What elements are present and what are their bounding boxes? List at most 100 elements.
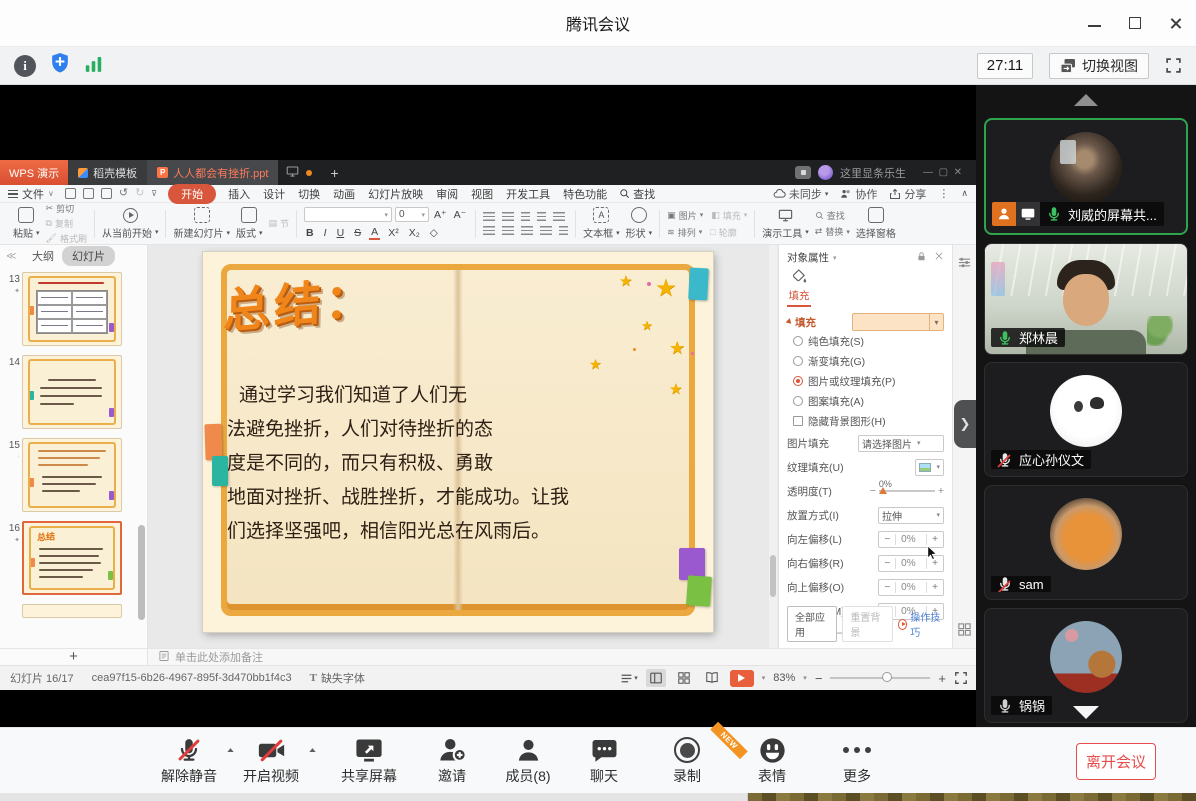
indent-decrease-icon[interactable] <box>521 212 530 221</box>
canvas-scrollbar[interactable] <box>769 245 777 648</box>
switch-view-button[interactable]: 切换视图 <box>1049 53 1149 79</box>
properties-strip-icon[interactable] <box>957 255 972 273</box>
tab-document[interactable]: P 人人都会有挫折.ppt <box>147 160 278 185</box>
font-increase-button[interactable]: A⁺ <box>432 209 449 221</box>
font-size-combo[interactable]: 0▾ <box>395 207 429 222</box>
menu-home[interactable]: 开始 <box>168 184 216 204</box>
copy-button[interactable]: ⧉ 复制 <box>46 217 87 230</box>
new-slide-button[interactable]: 新建幻灯片▾ <box>173 207 230 240</box>
collapse-ribbon-icon[interactable]: ∧ <box>961 188 968 199</box>
slide-thumbnail[interactable] <box>22 355 122 429</box>
justify-icon[interactable] <box>540 226 552 235</box>
font-decrease-button[interactable]: A⁻ <box>452 209 469 221</box>
paste-button[interactable]: 粘贴▾ <box>13 207 40 240</box>
slide-thumbnail[interactable] <box>22 604 122 618</box>
print-icon[interactable] <box>83 188 94 199</box>
unmute-button[interactable]: 解除静音 <box>160 735 218 786</box>
find-button[interactable]: 查找 <box>815 209 850 222</box>
grid-strip-icon[interactable] <box>957 622 972 640</box>
bold-button[interactable]: B <box>304 227 316 239</box>
zoom-out-button[interactable]: − <box>815 671 823 686</box>
more-menu-icon[interactable]: ⋮ <box>938 187 949 200</box>
maximize-button[interactable] <box>1129 17 1141 29</box>
menu-insert[interactable]: 插入 <box>227 184 251 204</box>
video-options-caret[interactable] <box>300 735 324 765</box>
missing-font-warning[interactable]: T 缺失字体 <box>310 670 365 686</box>
clear-format-icon[interactable]: ◇ <box>428 227 440 239</box>
save-icon[interactable] <box>65 188 76 199</box>
picture-button[interactable]: ▣ 图片▾ <box>667 209 703 222</box>
menu-file[interactable]: 文件∨ <box>8 186 54 202</box>
expand-panel-button[interactable]: ❯ <box>954 400 976 448</box>
layout-button[interactable]: 版式▾ <box>236 207 263 240</box>
close-panel-icon[interactable] <box>934 251 944 265</box>
redo-icon[interactable]: ↻ <box>135 188 144 199</box>
leave-meeting-button[interactable]: 离开会议 <box>1076 743 1156 780</box>
text-direction-icon[interactable] <box>559 226 568 235</box>
minimize-button[interactable] <box>1088 19 1101 27</box>
sync-status[interactable]: 未同步▾ <box>773 186 829 202</box>
replace-button[interactable]: ⇄ 替换▾ <box>815 225 850 238</box>
audio-options-caret[interactable] <box>218 735 242 765</box>
menu-animation[interactable]: 动画 <box>332 184 356 204</box>
tab-template[interactable]: 稻壳模板 <box>68 160 147 185</box>
radio-solid-fill[interactable]: 纯色填充(S) <box>787 331 944 351</box>
shape-button[interactable]: 形状▾ <box>626 207 653 240</box>
slideshow-play-button[interactable] <box>730 670 754 687</box>
notes-placeholder[interactable]: 单击此处添加备注 <box>148 649 976 665</box>
notes-toggle-icon[interactable]: ▾ <box>620 672 638 685</box>
reading-view-icon[interactable] <box>702 669 722 687</box>
reset-background-button[interactable]: 重置背景 <box>842 606 892 642</box>
format-painter-button[interactable]: 🖌 格式刷 <box>46 232 87 245</box>
radio-picture-fill[interactable]: 图片或纹理填充(P) <box>787 371 944 391</box>
apply-all-button[interactable]: 全部应用 <box>787 606 837 642</box>
menu-special-features[interactable]: 特色功能 <box>562 184 608 204</box>
wps-logo[interactable]: WPS 演示 <box>0 160 68 185</box>
line-spacing-icon[interactable] <box>553 212 565 221</box>
present-tools-button[interactable]: 演示工具▾ <box>762 208 809 240</box>
transparency-minus[interactable]: − <box>870 485 876 497</box>
record-button[interactable]: NEW 录制 <box>642 735 732 786</box>
select-pane-button[interactable]: 选择窗格 <box>856 207 896 240</box>
slide-body-text[interactable]: 通过学习我们知道了人们无 法避免挫折，人们对待挫折的态 度是不同的，而只有积极、… <box>227 378 699 548</box>
textbox-button[interactable]: A文本框▾ <box>583 207 620 240</box>
slide-editor[interactable]: 总结： ★ ★ ★ ★ ★ ★ 通过学习我们知 <box>203 252 713 632</box>
tips-link[interactable]: 操作技巧 <box>898 609 944 639</box>
menu-review[interactable]: 审阅 <box>435 184 459 204</box>
superscript-button[interactable]: X² <box>386 227 401 239</box>
italic-button[interactable]: I <box>322 227 329 239</box>
menu-slideshow[interactable]: 幻灯片放映 <box>367 184 424 204</box>
slide-thumbnail[interactable] <box>22 272 122 346</box>
assistant-icon[interactable] <box>795 166 811 179</box>
normal-view-icon[interactable] <box>646 669 666 687</box>
bullet-list-icon[interactable] <box>483 212 495 221</box>
present-monitor-icon[interactable] <box>286 165 299 181</box>
fill-tab[interactable]: 填充 <box>787 268 811 307</box>
scroll-down-arrow[interactable] <box>1073 706 1099 719</box>
slide-thumbnail[interactable] <box>22 438 122 512</box>
menu-design[interactable]: 设计 <box>262 184 286 204</box>
participant-tile[interactable]: sam <box>984 485 1188 600</box>
play-from-current-button[interactable]: 从当前开始▾ <box>102 208 159 240</box>
scroll-up-arrow[interactable] <box>1074 94 1098 106</box>
more-quick-icon[interactable]: ⊽ <box>151 188 157 199</box>
texture-fill-combo[interactable]: ▾ <box>915 459 944 476</box>
participant-tile-video[interactable]: 郑林晨 <box>984 243 1188 355</box>
collapse-panel-icon[interactable]: ≪ <box>6 251 16 262</box>
meeting-info-icon[interactable]: i <box>14 55 36 77</box>
subscript-button[interactable]: X₂ <box>407 227 422 239</box>
arrange-button[interactable]: ≋ 排列▾ <box>667 226 702 239</box>
radio-pattern-fill[interactable]: 图案填充(A) <box>787 391 944 411</box>
more-button[interactable]: 更多 <box>812 735 902 786</box>
tab-slides[interactable]: 幻灯片 <box>62 246 115 266</box>
start-video-button[interactable]: 开启视频 <box>242 735 300 786</box>
tab-outline[interactable]: 大纲 <box>32 248 54 264</box>
placement-combo[interactable]: 拉伸▾ <box>878 507 944 524</box>
menu-find[interactable]: 查找 <box>619 186 655 202</box>
radio-gradient-fill[interactable]: 渐变填充(G) <box>787 351 944 371</box>
undo-icon[interactable]: ↺ <box>119 188 128 199</box>
zoom-in-button[interactable]: + <box>938 671 946 686</box>
new-tab-button[interactable]: + <box>320 165 348 181</box>
fill-color-swatch[interactable]: ▾ <box>852 313 944 331</box>
underline-button[interactable]: U <box>335 227 347 239</box>
